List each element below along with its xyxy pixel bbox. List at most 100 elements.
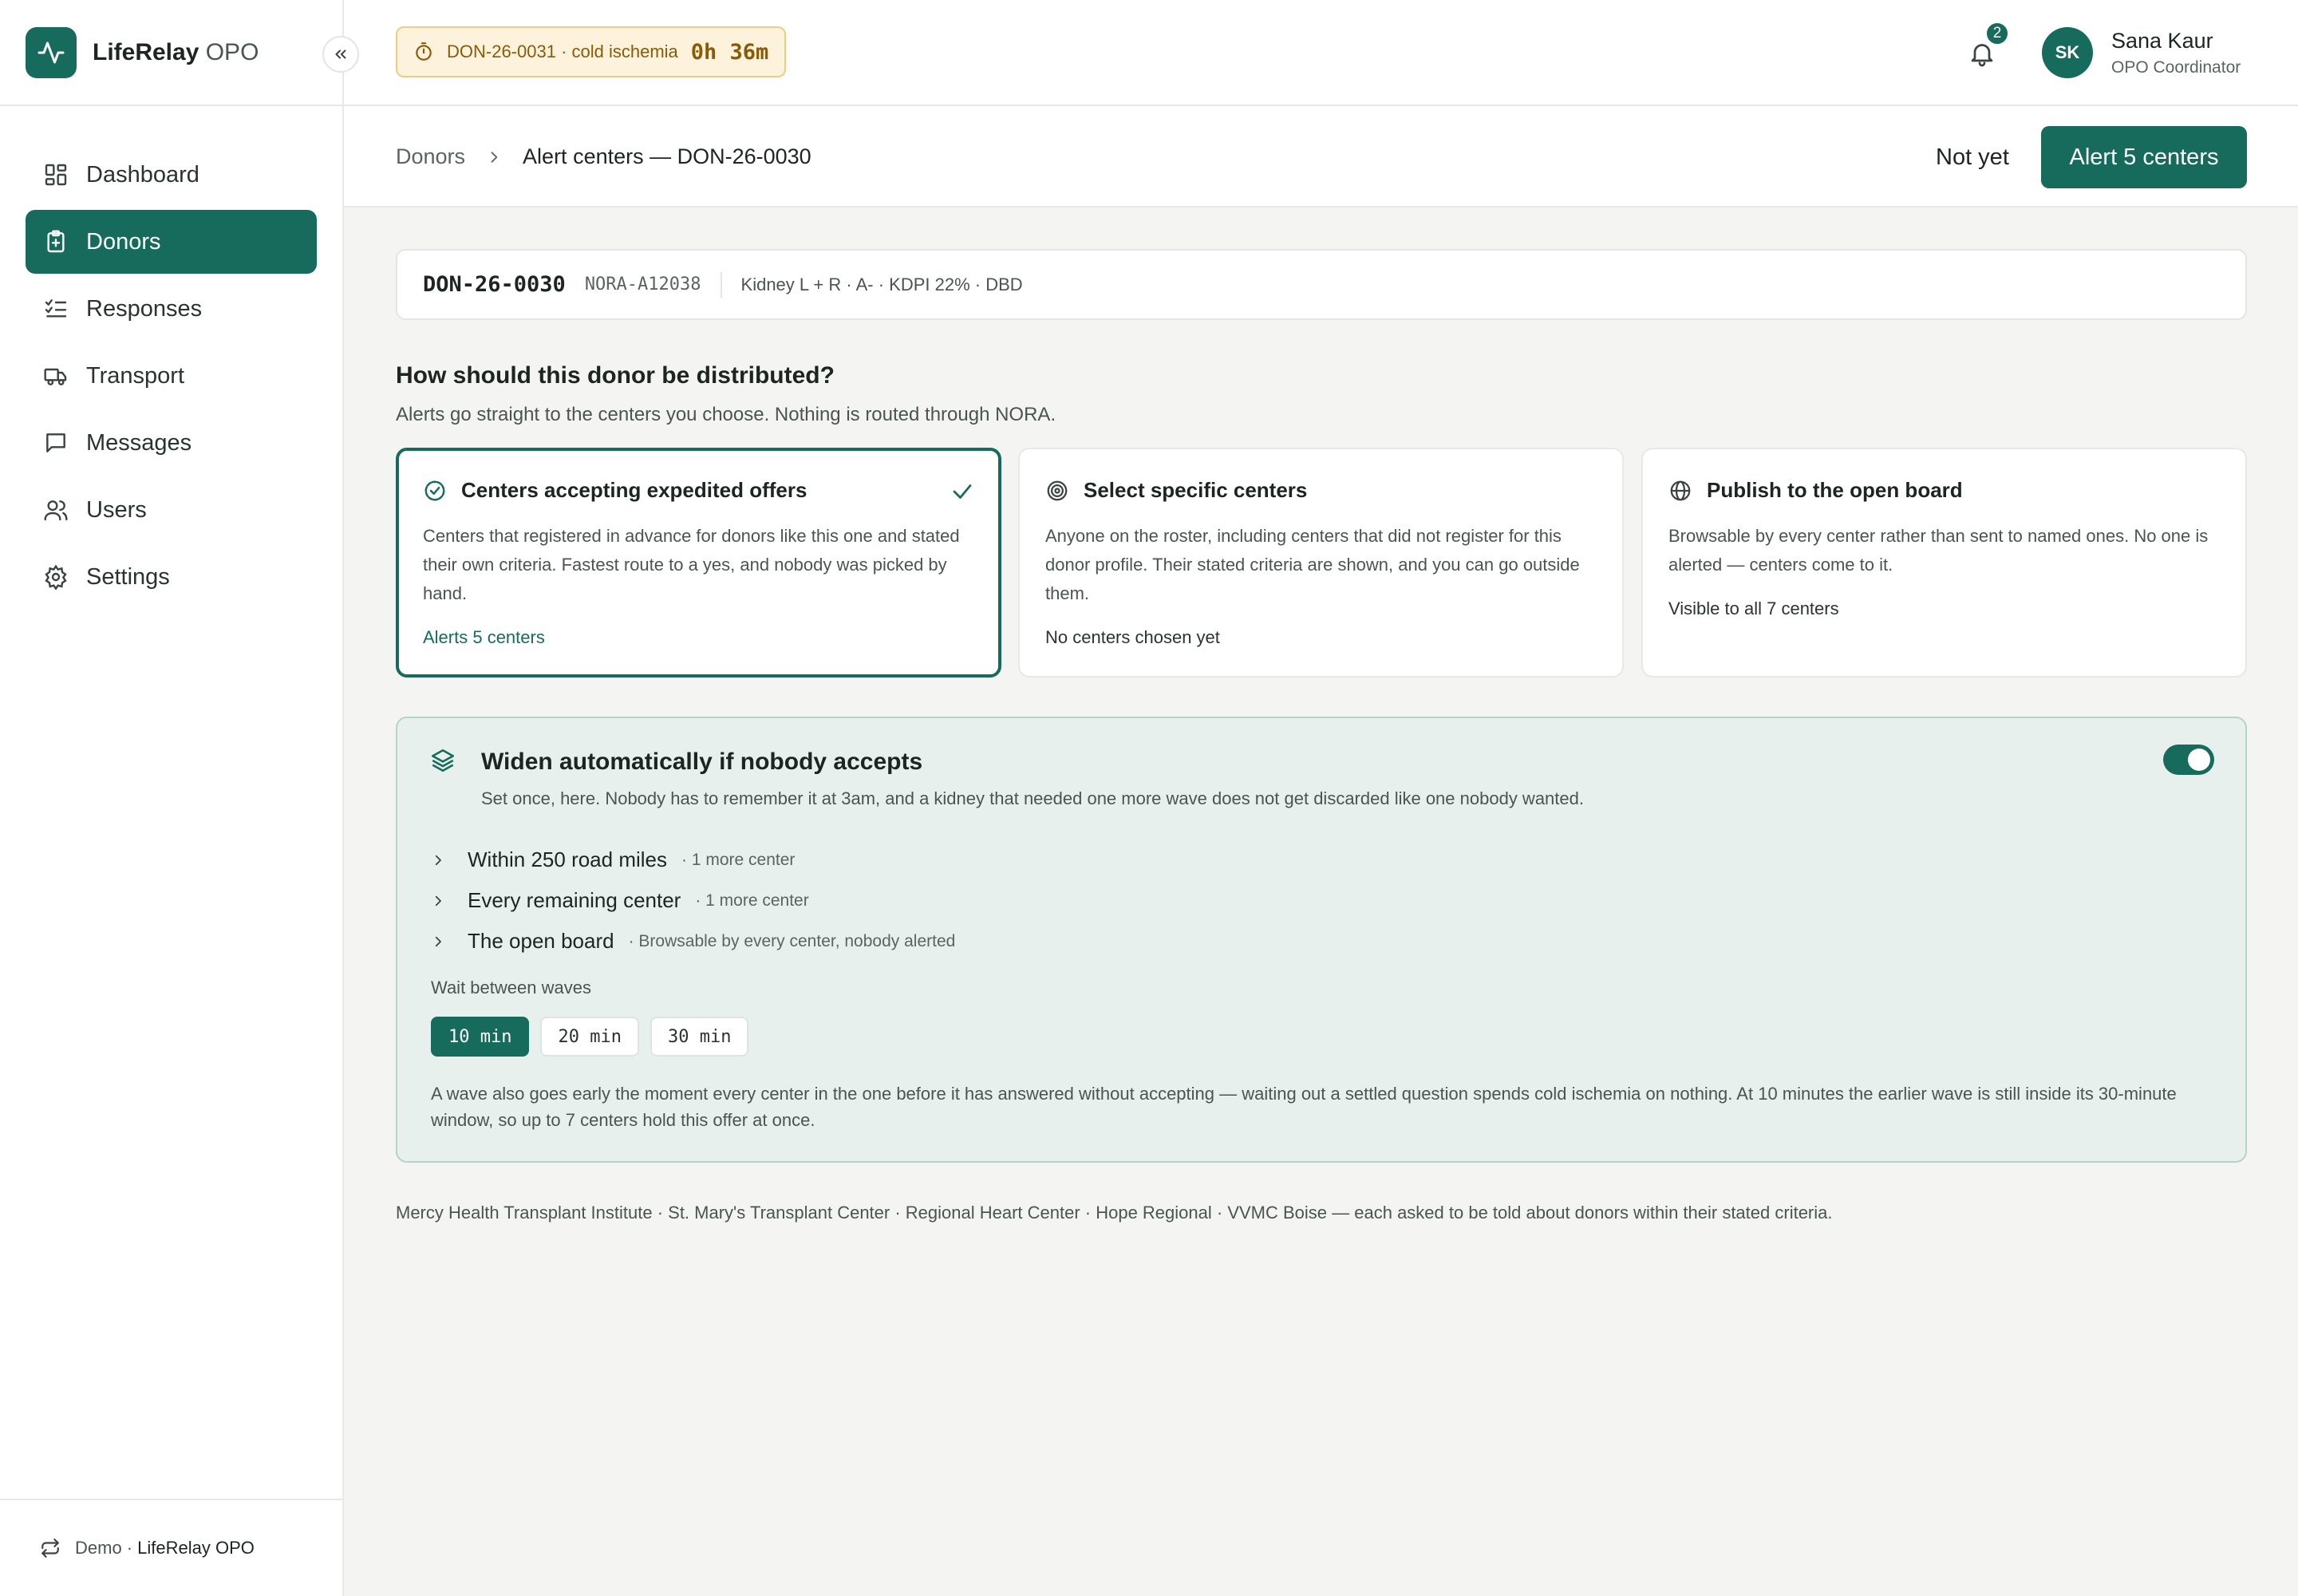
sidebar-item-label: Donors <box>86 228 161 255</box>
donor-summary-strip: DON-26-0030 NORA-A12038 Kidney L + R · A… <box>396 249 2247 320</box>
wave-label: The open board <box>468 929 614 953</box>
distribution-options: Centers accepting expedited offers Cente… <box>396 448 2247 678</box>
auto-widen-panel: Widen automatically if nobody accepts Se… <box>396 717 2247 1163</box>
sidebar-item-label: Settings <box>86 563 170 590</box>
breadcrumb-donors[interactable]: Donors <box>396 144 465 169</box>
checklist-icon <box>41 294 70 323</box>
wave-list: Within 250 road miles · 1 more center Ev… <box>431 839 955 962</box>
collapse-sidebar-button[interactable] <box>322 36 359 73</box>
widen-note: A wave also goes early the moment every … <box>431 1084 2177 1130</box>
timer-label: DON-26-0031 · cold ischemia <box>447 41 678 61</box>
nora-id: NORA-A12038 <box>584 275 701 294</box>
alert-centers-button[interactable]: Alert 5 centers <box>2041 126 2247 188</box>
sidebar: LifeRelay OPO Dashboard Donors Responses <box>0 0 359 1596</box>
donor-id: DON-26-0030 <box>423 272 566 297</box>
truck-icon <box>41 361 70 390</box>
brand-logo[interactable] <box>26 26 77 78</box>
sidebar-item-dashboard[interactable]: Dashboard <box>26 143 317 207</box>
wave-meta: · Browsable by every center, nobody aler… <box>628 931 956 950</box>
wait-option-10[interactable]: 10 min <box>431 1017 530 1057</box>
chevron-right-icon <box>486 149 502 165</box>
distribution-question: How should this donor be distributed? <box>396 362 835 389</box>
wave-item[interactable]: The open board · Browsable by every cent… <box>431 921 955 962</box>
wait-option-20[interactable]: 20 min <box>540 1017 639 1057</box>
stopwatch-icon <box>413 41 434 62</box>
sidebar-item-responses[interactable]: Responses <box>26 277 317 341</box>
notifications-button[interactable]: 2 <box>1964 21 2010 72</box>
sidebar-item-label: Dashboard <box>86 161 199 188</box>
option-expedited-offers[interactable]: Centers accepting expedited offers Cente… <box>396 448 1001 678</box>
footer-prefix: Demo · <box>75 1538 133 1558</box>
option-open-board[interactable]: Publish to the open board Browsable by e… <box>1641 448 2247 678</box>
not-yet-button[interactable]: Not yet <box>1910 126 2035 188</box>
sidebar-item-settings[interactable]: Settings <box>26 545 317 609</box>
users-icon <box>41 496 70 524</box>
option-footer: Alerts 5 centers <box>423 627 545 647</box>
globe-icon <box>1668 479 1692 503</box>
chevron-right-icon <box>431 853 445 867</box>
wait-option-30[interactable]: 30 min <box>650 1017 749 1057</box>
widen-toggle[interactable] <box>2163 745 2214 775</box>
chevron-right-icon <box>431 934 445 949</box>
wave-item[interactable]: Every remaining center · 1 more center <box>431 880 955 921</box>
brand-name: LifeRelay OPO <box>93 38 259 65</box>
pulse-icon <box>38 41 65 63</box>
sidebar-item-donors[interactable]: Donors <box>26 210 317 274</box>
sidebar-item-label: Messages <box>86 429 192 456</box>
topbar: DON-26-0031 · cold ischemia 0h 36m 2 SK … <box>344 0 2298 106</box>
sidebar-item-label: Transport <box>86 362 185 389</box>
option-description: Centers that registered in advance for d… <box>423 526 960 603</box>
notification-badge: 2 <box>1984 21 2010 46</box>
widen-description: Set once, here. Nobody has to remember i… <box>481 788 1584 808</box>
message-icon <box>41 429 70 457</box>
wave-label: Within 250 road miles <box>468 847 667 871</box>
distribution-subtitle: Alerts go straight to the centers you ch… <box>396 404 1056 425</box>
cold-ischemia-timer[interactable]: DON-26-0031 · cold ischemia 0h 36m <box>396 26 787 77</box>
option-footer: Visible to all 7 centers <box>1668 598 1839 618</box>
user-name: Sana Kaur <box>2111 29 2213 53</box>
footer-org: LifeRelay OPO <box>137 1538 255 1558</box>
target-icon <box>1045 479 1069 503</box>
option-description: Anyone on the roster, including centers … <box>1045 526 1580 603</box>
divider <box>720 271 722 298</box>
clipboard-plus-icon <box>41 227 70 256</box>
sidebar-item-label: Users <box>86 496 147 523</box>
option-description: Browsable by every center rather than se… <box>1668 526 2209 575</box>
check-circle-icon <box>423 479 447 503</box>
donor-organ-summary: Kidney L + R · A- · KDPI 22% · DBD <box>740 274 1023 294</box>
wave-meta: · 1 more center <box>695 891 809 910</box>
option-footer: No centers chosen yet <box>1045 627 1220 647</box>
sidebar-nav: Dashboard Donors Responses Transport Mes… <box>0 106 342 609</box>
option-title: Publish to the open board <box>1707 478 1963 502</box>
gear-icon <box>41 563 70 591</box>
option-select-specific-centers[interactable]: Select specific centers Anyone on the ro… <box>1018 448 1624 678</box>
sidebar-item-messages[interactable]: Messages <box>26 411 317 475</box>
wave-item[interactable]: Within 250 road miles · 1 more center <box>431 839 955 880</box>
wait-options: 10 min 20 min 30 min <box>431 1017 760 1057</box>
checkmark-icon <box>950 480 974 504</box>
breadcrumb-current: Alert centers — DON-26-0030 <box>523 144 811 168</box>
avatar[interactable]: SK <box>2042 27 2093 78</box>
toggle-knob <box>2188 749 2210 771</box>
wait-label: Wait between waves <box>431 978 591 998</box>
wave-meta: · 1 more center <box>681 850 796 869</box>
sidebar-footer: Demo · LifeRelay OPO <box>0 1499 342 1596</box>
alerted-centers-note: Mercy Health Transplant Institute · St. … <box>396 1203 1833 1223</box>
sidebar-item-transport[interactable]: Transport <box>26 344 317 408</box>
option-title: Centers accepting expedited offers <box>461 478 807 502</box>
brand: LifeRelay OPO <box>0 0 359 106</box>
chevron-right-icon <box>431 894 445 908</box>
timer-value: 0h 36m <box>690 39 769 65</box>
option-title: Select specific centers <box>1084 478 1308 502</box>
widen-title: Widen automatically if nobody accepts <box>481 749 923 775</box>
dashboard-icon <box>41 160 70 189</box>
chevrons-left-icon <box>335 49 346 59</box>
wave-label: Every remaining center <box>468 888 681 912</box>
page-header: Donors Alert centers — DON-26-0030 Not y… <box>344 106 2298 207</box>
sidebar-item-label: Responses <box>86 295 203 322</box>
layers-icon <box>429 747 456 774</box>
user-menu[interactable]: Sana Kaur OPO Coordinator <box>2111 29 2241 77</box>
sidebar-item-users[interactable]: Users <box>26 478 317 542</box>
repeat-icon <box>40 1538 61 1558</box>
user-role: OPO Coordinator <box>2111 58 2241 77</box>
